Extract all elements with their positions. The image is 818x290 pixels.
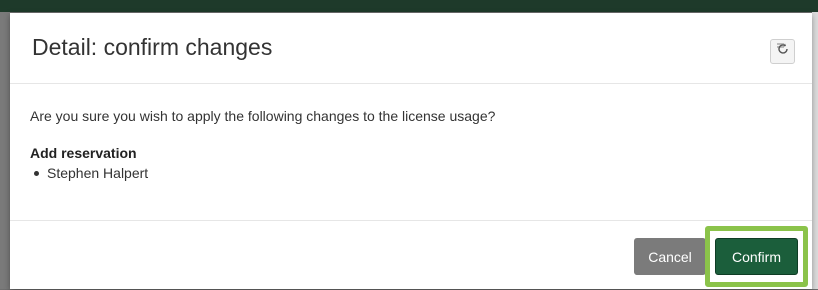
- bullet-icon: [34, 170, 39, 176]
- reservation-list: Stephen Halpert: [30, 164, 148, 182]
- confirmation-question: Are you sure you wish to apply the follo…: [30, 108, 496, 124]
- refresh-button[interactable]: [770, 39, 795, 64]
- dialog-header: Detail: confirm changes: [10, 13, 812, 84]
- section-title-add-reservation: Add reservation: [30, 145, 137, 161]
- confirm-changes-dialog: Detail: confirm changes Are you sure you…: [10, 13, 812, 289]
- modal-backdrop-left: [0, 12, 10, 289]
- list-item: Stephen Halpert: [30, 164, 148, 182]
- modal-backdrop-right: [812, 12, 818, 289]
- dialog-body: Are you sure you wish to apply the follo…: [10, 84, 812, 220]
- refresh-icon: [776, 42, 790, 61]
- cancel-button[interactable]: Cancel: [634, 238, 706, 275]
- dialog-title: Detail: confirm changes: [32, 34, 273, 60]
- confirm-button[interactable]: Confirm: [715, 238, 798, 275]
- reservation-name: Stephen Halpert: [47, 165, 149, 181]
- app-top-bar: [0, 0, 818, 12]
- dialog-footer: Cancel Confirm: [10, 220, 812, 290]
